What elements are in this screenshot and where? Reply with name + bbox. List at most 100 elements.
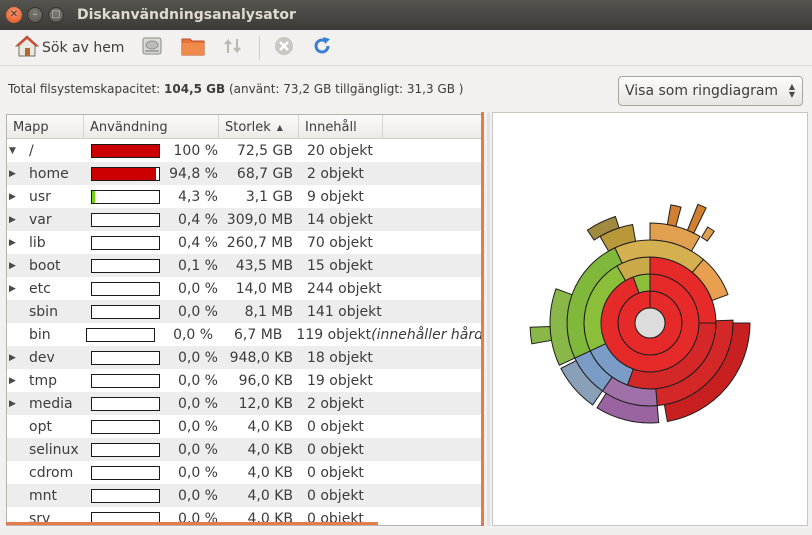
table-row[interactable]: selinux 0,0 % 4,0 KB 0 objekt	[7, 438, 483, 461]
ring-segment[interactable]	[686, 203, 707, 234]
table-row[interactable]: sbin 0,0 % 8,1 MB 141 objekt	[7, 300, 483, 323]
table-row[interactable]: ▶ etc 0,0 % 14,0 MB 244 objekt	[7, 277, 483, 300]
column-size-label: Storlek	[225, 119, 271, 135]
column-usage[interactable]: Användning	[84, 115, 219, 139]
row-folder-name: sbin	[29, 303, 58, 320]
info-bar: Total filsystemskapacitet: 104,5 GB (anv…	[0, 74, 812, 108]
close-icon: ✕	[9, 9, 19, 20]
tree-scroll-indicator	[481, 112, 484, 526]
row-contents: 2 objekt	[307, 165, 364, 182]
column-size[interactable]: Storlek ▲	[219, 115, 299, 139]
column-folder[interactable]: Mapp	[7, 115, 84, 139]
ring-segment[interactable]	[666, 204, 682, 228]
ring-chart-pane[interactable]	[492, 112, 808, 526]
usage-bar	[91, 350, 160, 365]
close-window-button[interactable]: ✕	[6, 7, 22, 23]
title-bar: ✕ – □ Diskanvändningsanalysator	[0, 0, 812, 30]
table-row[interactable]: ▶ var 0,4 % 309,0 MB 14 objekt	[7, 208, 483, 231]
row-contents: 18 objekt	[307, 349, 373, 366]
table-row[interactable]: mnt 0,0 % 4,0 KB 0 objekt	[7, 484, 483, 507]
maximize-window-button[interactable]: □	[48, 7, 64, 23]
row-usage-percent: 0,0 %	[177, 395, 218, 412]
table-row[interactable]: cdrom 0,0 % 4,0 KB 0 objekt	[7, 461, 483, 484]
table-row[interactable]: ▶ home 94,8 % 68,7 GB 2 objekt	[7, 162, 483, 185]
usage-bar	[91, 212, 160, 227]
table-row[interactable]: ▶ usr 4,3 % 3,1 GB 9 objekt	[7, 185, 483, 208]
table-row[interactable]: opt 0,0 % 4,0 KB 0 objekt	[7, 415, 483, 438]
row-folder-name: opt	[29, 418, 52, 435]
usage-bar-fill	[92, 260, 95, 272]
usage-bar	[91, 419, 160, 434]
ring-segment[interactable]	[700, 226, 715, 242]
ring-chart[interactable]	[493, 113, 807, 525]
folder-icon	[180, 34, 206, 62]
view-mode-value: Visa som ringdiagram	[625, 83, 779, 99]
row-contents: 15 objekt	[307, 257, 373, 274]
row-folder-name: tmp	[29, 372, 58, 389]
collapsed-arrow-icon[interactable]: ▶	[7, 376, 29, 386]
scan-folder-button[interactable]	[177, 34, 209, 62]
scan-home-label: Sök av hem	[42, 39, 125, 56]
row-contents: 20 objekt	[307, 142, 373, 159]
row-contents: 14 objekt	[307, 211, 373, 228]
collapsed-arrow-icon[interactable]: ▶	[7, 353, 29, 363]
row-usage-cell: 0,0 %	[84, 419, 219, 435]
expanded-arrow-icon[interactable]: ▼	[7, 146, 29, 156]
row-folder-name: boot	[29, 257, 61, 274]
ring-segment[interactable]	[529, 325, 553, 345]
row-folder-cell: ▶ media	[7, 396, 84, 412]
row-contents: 70 objekt	[307, 234, 373, 251]
minimize-window-button[interactable]: –	[27, 7, 43, 23]
ring-center[interactable]	[634, 307, 666, 339]
column-folder-label: Mapp	[13, 119, 49, 135]
table-row[interactable]: bin 0,0 % 6,7 MB 119 objekt (innehåller hård	[7, 323, 483, 346]
network-icon	[222, 35, 244, 61]
tree-hscroll-indicator[interactable]	[6, 522, 378, 525]
row-usage-cell: 0,0 %	[84, 465, 219, 481]
pane-divider[interactable]	[487, 112, 490, 526]
column-contents[interactable]: Innehåll	[299, 115, 383, 139]
scan-remote-button[interactable]	[219, 34, 247, 62]
usage-bar	[91, 396, 160, 411]
table-row[interactable]: ▶ lib 0,4 % 260,7 MB 70 objekt	[7, 231, 483, 254]
view-mode-select[interactable]: Visa som ringdiagram ▲ ▼	[618, 76, 803, 106]
row-size: 72,5 GB	[236, 142, 293, 159]
usage-bar	[91, 189, 160, 204]
row-size: 8,1 MB	[244, 303, 293, 320]
row-note: (innehåller hård	[371, 326, 483, 343]
table-row[interactable]: ▼/ 100 % 72,5 GB 20 objekt	[7, 139, 483, 162]
scan-filesystem-button[interactable]	[137, 34, 167, 62]
row-usage-percent: 0,0 %	[177, 372, 218, 389]
collapsed-arrow-icon[interactable]: ▶	[7, 399, 29, 409]
row-folder-cell: ▶ tmp	[7, 373, 84, 389]
stop-button[interactable]	[270, 34, 298, 62]
collapsed-arrow-icon[interactable]: ▶	[7, 192, 29, 202]
collapsed-arrow-icon[interactable]: ▶	[7, 215, 29, 225]
row-folder-cell: ▼ /	[7, 143, 84, 159]
table-row[interactable]: ▶ boot 0,1 % 43,5 MB 15 objekt	[7, 254, 483, 277]
spin-arrows-icon: ▲ ▼	[788, 82, 795, 99]
row-usage-cell: 0,1 %	[84, 258, 219, 274]
row-folder-cell: ▶ etc	[7, 281, 84, 297]
toolbar: Sök av hem	[0, 30, 812, 66]
column-filler	[383, 115, 483, 139]
row-usage-cell: 0,0 %	[84, 373, 219, 389]
table-row[interactable]: ▶ dev 0,0 % 948,0 KB 18 objekt	[7, 346, 483, 369]
row-folder-cell: cdrom	[7, 465, 84, 481]
usage-bar	[91, 281, 160, 296]
capacity-label: Total filsystemskapacitet:	[8, 82, 161, 96]
row-contents: 0 objekt	[307, 418, 364, 435]
usage-bar	[91, 465, 160, 480]
row-usage-percent: 0,0 %	[177, 464, 218, 481]
scan-home-button[interactable]: Sök av hem	[12, 34, 127, 62]
collapsed-arrow-icon[interactable]: ▶	[7, 238, 29, 248]
row-folder-name: etc	[29, 280, 51, 297]
refresh-button[interactable]	[308, 34, 336, 62]
collapsed-arrow-icon[interactable]: ▶	[7, 284, 29, 294]
collapsed-arrow-icon[interactable]: ▶	[7, 169, 29, 179]
table-row[interactable]: ▶ media 0,0 % 12,0 KB 2 objekt	[7, 392, 483, 415]
collapsed-arrow-icon[interactable]: ▶	[7, 261, 29, 271]
table-row[interactable]: ▶ tmp 0,0 % 96,0 KB 19 objekt	[7, 369, 483, 392]
folder-tree[interactable]: Mapp Användning Storlek ▲ Innehåll ▼/ 100 …	[6, 114, 484, 526]
row-folder-name: selinux	[29, 441, 79, 458]
